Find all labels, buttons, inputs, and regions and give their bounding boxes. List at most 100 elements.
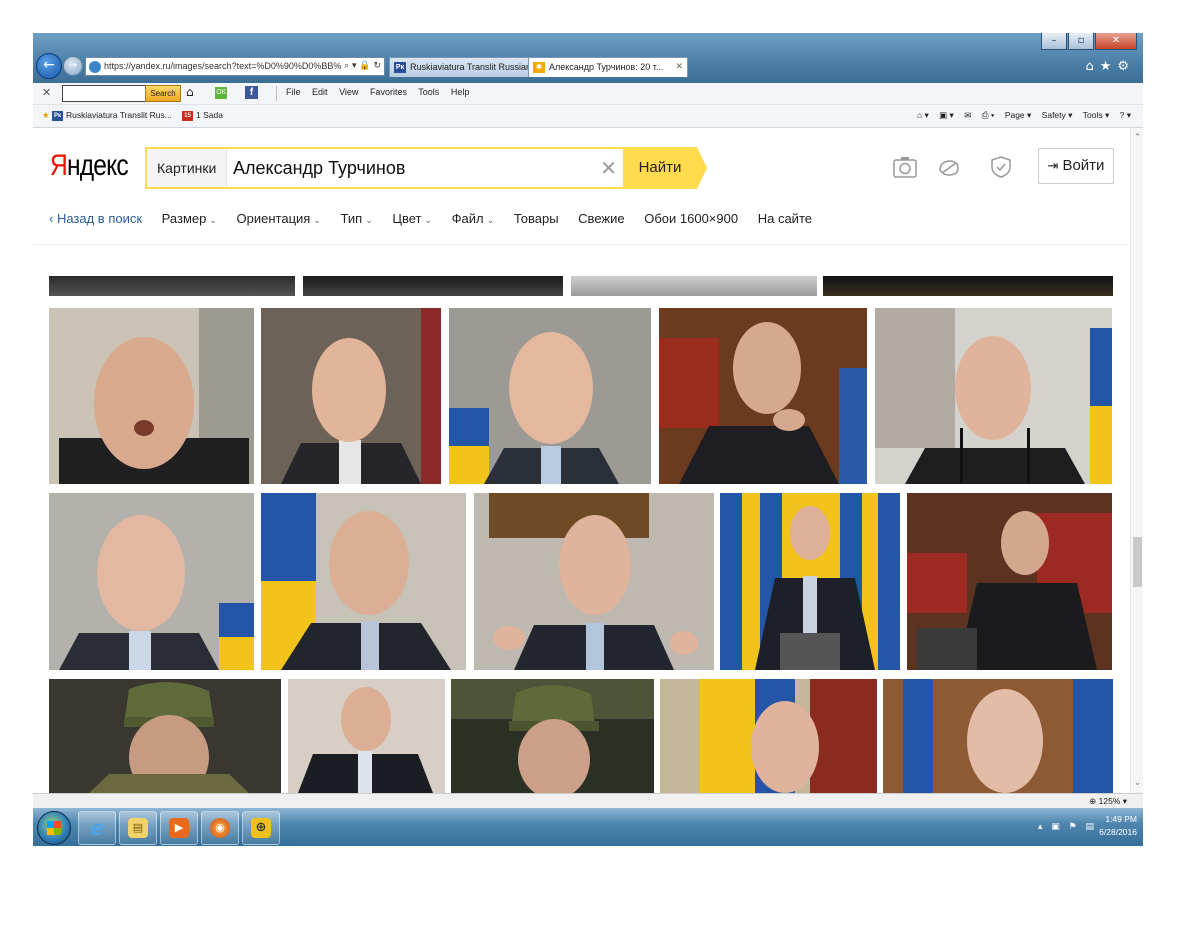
filter-on-site[interactable]: На сайте: [758, 211, 812, 226]
image-thumbnail[interactable]: [720, 493, 900, 670]
logo-letter: Я: [50, 149, 68, 182]
close-toolbar-icon[interactable]: ✕: [42, 86, 51, 99]
address-controls[interactable]: ⌕ ▾ 🔒 ↻: [341, 58, 384, 75]
tab-translit[interactable]: Pк Ruskiaviatura Translit Russian: [389, 57, 541, 77]
command-bar: ⌂ ▾ ▣ ▾ ✉ ⎙ ▾ Page ▾ Safety ▾ Tools ▾ ? …: [909, 110, 1131, 121]
filter-label: Цвет: [392, 211, 422, 226]
facebook-icon[interactable]: f: [245, 86, 258, 99]
menu-view[interactable]: View: [339, 87, 358, 97]
taskbar-firefox[interactable]: ◉: [201, 811, 239, 845]
filter-orientation[interactable]: Ориентация ⌄: [237, 211, 321, 226]
filter-type[interactable]: Тип ⌄: [341, 211, 373, 226]
search-input[interactable]: [233, 149, 603, 187]
mail-icon[interactable]: ✉: [964, 110, 971, 120]
image-thumbnail[interactable]: [49, 493, 254, 670]
image-thumbnail[interactable]: [571, 276, 817, 296]
menu-help[interactable]: Help: [451, 87, 470, 97]
image-thumbnail[interactable]: [49, 276, 295, 296]
image-thumbnail[interactable]: [449, 308, 651, 484]
image-thumbnail[interactable]: [659, 308, 867, 484]
image-thumbnail[interactable]: [474, 493, 714, 670]
back-to-search-link[interactable]: ‹ Назад в поиск: [49, 211, 142, 226]
image-thumbnail[interactable]: [288, 679, 445, 793]
filter-file[interactable]: Файл ⌄: [452, 211, 495, 226]
zoom-level[interactable]: ⊕ 125% ▾: [1089, 796, 1127, 807]
home-menu-icon[interactable]: ⌂ ▾: [917, 110, 929, 120]
vertical-scrollbar[interactable]: ⌃ ⌄: [1130, 128, 1143, 793]
back-button[interactable]: ←: [36, 53, 62, 79]
taskbar-media[interactable]: ▶: [160, 811, 198, 845]
tab-label: Ruskiaviatura Translit Russian: [410, 62, 532, 72]
chevron-down-icon: ⌄: [313, 216, 321, 226]
clock[interactable]: 1:49 PM 6/28/2016: [1099, 813, 1137, 839]
tab-yandex-images[interactable]: ✱ Александр Турчинов: 20 т... ✕: [528, 57, 688, 77]
close-window-button[interactable]: ✕: [1095, 33, 1137, 50]
toolbar-divider: [276, 86, 277, 101]
menu-file[interactable]: File: [286, 87, 301, 97]
image-thumbnail[interactable]: [261, 493, 466, 670]
shield-icon[interactable]: [989, 156, 1013, 178]
toolbar: ✕ Search ⌂ ОК f File Edit View Favorites…: [33, 83, 1143, 105]
scroll-up-icon[interactable]: ⌃: [1131, 133, 1143, 143]
favorite-label: 1 Sada: [196, 110, 223, 120]
login-button[interactable]: ⇥ Войти: [1038, 148, 1114, 184]
image-thumbnail[interactable]: [823, 276, 1113, 296]
toolbar-search-input[interactable]: [62, 85, 146, 102]
system-tray[interactable]: ▴ ▣ ⚑ ▤: [1038, 822, 1097, 832]
forward-button[interactable]: →: [63, 56, 83, 76]
image-thumbnail[interactable]: [875, 308, 1112, 484]
favorite-icon: Pк: [52, 110, 63, 121]
image-thumbnail[interactable]: [49, 308, 254, 484]
ok-icon[interactable]: ОК: [215, 87, 227, 99]
favorite-label: Ruskiaviatura Translit Rus...: [66, 110, 172, 120]
taskbar-explorer[interactable]: ▤: [119, 811, 157, 845]
toolbar-search-button[interactable]: Search: [145, 85, 181, 102]
close-tab-icon[interactable]: ✕: [675, 58, 683, 77]
photo-portrait: [720, 493, 900, 670]
menu-tools[interactable]: Tools: [418, 87, 439, 97]
minimize-button[interactable]: –: [1041, 33, 1067, 50]
favorite-translit[interactable]: ★ Pк Ruskiaviatura Translit Rus...: [42, 110, 172, 121]
clear-icon[interactable]: ✕: [600, 149, 617, 187]
filter-size[interactable]: Размер ⌄: [162, 211, 217, 226]
filter-goods[interactable]: Товары: [514, 211, 559, 226]
menu-favorites[interactable]: Favorites: [370, 87, 407, 97]
photo-portrait: [883, 679, 1113, 793]
filter-color[interactable]: Цвет ⌄: [392, 211, 432, 226]
image-thumbnail[interactable]: [660, 679, 877, 793]
favorite-sada[interactable]: 15 1 Sada: [182, 110, 223, 121]
taskbar-network[interactable]: ⊕: [242, 811, 280, 845]
page-menu[interactable]: Page ▾: [1005, 110, 1031, 120]
filter-wallpapers[interactable]: Обои 1600×900: [644, 211, 738, 226]
image-thumbnail[interactable]: [907, 493, 1112, 670]
chevron-down-icon: ⌄: [424, 216, 433, 226]
image-thumbnail[interactable]: [883, 679, 1113, 793]
home-icon[interactable]: ⌂: [186, 85, 194, 99]
feeds-icon[interactable]: ▣ ▾: [939, 110, 954, 120]
browser-right-icons[interactable]: ⌂★⚙: [1085, 59, 1135, 74]
photo-portrait: [907, 493, 1112, 670]
safety-menu[interactable]: Safety ▾: [1042, 110, 1073, 120]
favorite-icon: 15: [182, 110, 193, 121]
photo-portrait: [451, 679, 654, 793]
tools-menu[interactable]: Tools ▾: [1083, 110, 1109, 120]
find-button[interactable]: Найти: [623, 147, 707, 189]
menu-edit[interactable]: Edit: [312, 87, 328, 97]
maximize-button[interactable]: ▫: [1068, 33, 1094, 50]
search-scope-label[interactable]: Картинки: [147, 149, 228, 187]
filter-fresh[interactable]: Свежие: [578, 211, 624, 226]
print-icon[interactable]: ⎙ ▾: [982, 110, 995, 120]
image-thumbnail[interactable]: [451, 679, 654, 793]
yandex-logo[interactable]: Яндекс: [50, 149, 129, 183]
image-thumbnail[interactable]: [303, 276, 563, 296]
address-bar[interactable]: https://yandex.ru/images/search?text=%D0…: [85, 57, 385, 76]
scroll-down-icon[interactable]: ⌄: [1131, 778, 1143, 788]
taskbar-ie[interactable]: e: [78, 811, 116, 845]
start-button[interactable]: [37, 811, 71, 845]
scrollbar-thumb[interactable]: [1133, 537, 1142, 587]
image-thumbnail[interactable]: [261, 308, 441, 484]
collections-icon[interactable]: [937, 156, 961, 178]
image-thumbnail[interactable]: [49, 679, 281, 793]
help-icon[interactable]: ? ▾: [1120, 110, 1131, 120]
camera-search-icon[interactable]: [893, 156, 917, 178]
